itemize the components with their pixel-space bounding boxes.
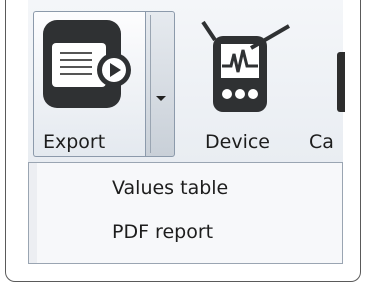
export-dropdown-button[interactable] (145, 11, 175, 157)
partial-button-label[interactable]: Ca (309, 131, 334, 153)
menu-item-values-table[interactable]: Values table (29, 171, 342, 213)
menu-item-pdf-report[interactable]: PDF report (29, 215, 342, 257)
dropdown-divider (150, 15, 171, 153)
menu-item-label: PDF report (112, 221, 214, 243)
partial-button-icon[interactable] (337, 52, 345, 112)
chevron-down-icon (156, 96, 166, 101)
menu-item-label: Values table (112, 177, 229, 199)
device-button-label[interactable]: Device (205, 131, 270, 153)
export-document-play-icon (43, 20, 131, 108)
device-graph-icon[interactable] (193, 14, 291, 114)
export-button-label: Export (43, 131, 106, 153)
export-dropdown-menu: Values table PDF report (28, 162, 343, 264)
